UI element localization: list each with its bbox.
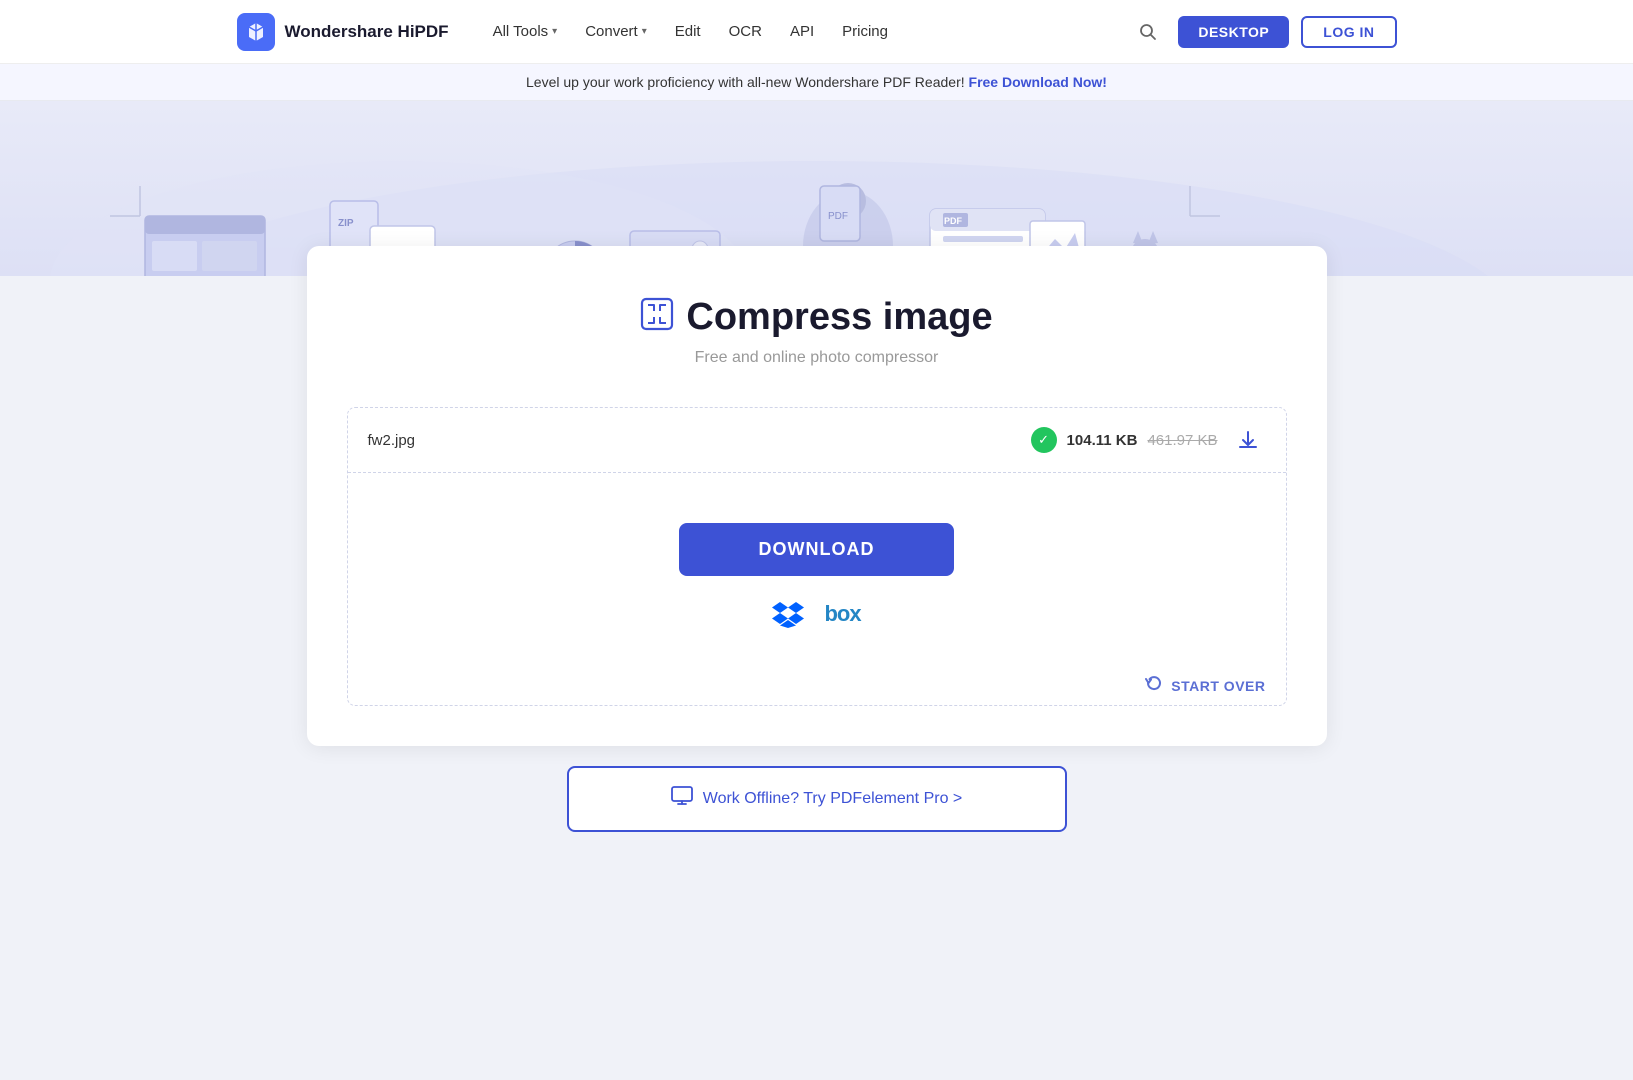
download-section: DOWNLOAD box [348, 473, 1286, 658]
white-card: Compress image Free and online photo com… [307, 246, 1327, 746]
svg-text:PDF: PDF [944, 216, 963, 226]
start-over-button[interactable]: START OVER [348, 658, 1286, 705]
nav-convert[interactable]: Convert ▾ [573, 17, 659, 46]
svg-text:ZIP: ZIP [338, 218, 354, 229]
desktop-button[interactable]: DESKTOP [1178, 16, 1289, 48]
logo-text: Wondershare HiPDF [285, 22, 449, 42]
nav-ocr[interactable]: OCR [717, 17, 774, 46]
file-download-button[interactable] [1230, 422, 1266, 458]
nav-api[interactable]: API [778, 17, 826, 46]
nav-edit[interactable]: Edit [663, 17, 713, 46]
box-logo: box [824, 601, 860, 626]
start-over-label: START OVER [1171, 678, 1265, 694]
svg-text:PDF: PDF [828, 211, 848, 222]
file-info: ✓ 104.11 KB 461.97 KB [1031, 427, 1218, 453]
page-subtitle: Free and online photo compressor [347, 349, 1287, 367]
file-area: fw2.jpg ✓ 104.11 KB 461.97 KB DOWNLOAD [347, 407, 1287, 706]
promo-banner: Level up your work proficiency with all-… [0, 64, 1633, 101]
cloud-save-options: box [772, 600, 860, 628]
check-icon: ✓ [1031, 427, 1057, 453]
logo[interactable]: Wondershare HiPDF [237, 13, 449, 51]
dropbox-button[interactable] [772, 600, 804, 628]
nav-all-tools[interactable]: All Tools ▾ [481, 17, 570, 46]
navbar: Wondershare HiPDF All Tools ▾ Convert ▾ … [0, 0, 1633, 64]
box-button[interactable]: box [824, 601, 860, 627]
nav-links: All Tools ▾ Convert ▾ Edit OCR API Prici… [481, 17, 1123, 46]
file-size-new: 104.11 KB [1067, 432, 1138, 449]
download-promo-link[interactable]: Free Download Now! [969, 74, 1107, 90]
file-size-old: 461.97 KB [1147, 432, 1217, 449]
refresh-icon [1145, 674, 1163, 697]
compress-icon [640, 297, 674, 338]
offline-banner[interactable]: Work Offline? Try PDFelement Pro > [567, 766, 1067, 832]
main-content: Compress image Free and online photo com… [287, 246, 1347, 832]
page-title: Compress image [686, 296, 992, 339]
logo-icon [237, 13, 275, 51]
file-row: fw2.jpg ✓ 104.11 KB 461.97 KB [348, 408, 1286, 473]
chevron-down-icon: ▾ [552, 26, 557, 37]
page-header: Compress image Free and online photo com… [347, 296, 1287, 367]
monitor-icon [671, 786, 693, 812]
offline-banner-text: Work Offline? Try PDFelement Pro > [703, 790, 963, 808]
file-name: fw2.jpg [368, 432, 1019, 449]
chevron-down-icon: ▾ [642, 26, 647, 37]
login-button[interactable]: LOG IN [1301, 16, 1396, 48]
search-button[interactable] [1130, 14, 1166, 50]
nav-pricing[interactable]: Pricing [830, 17, 900, 46]
nav-actions: DESKTOP LOG IN [1130, 14, 1396, 50]
download-button[interactable]: DOWNLOAD [679, 523, 955, 576]
